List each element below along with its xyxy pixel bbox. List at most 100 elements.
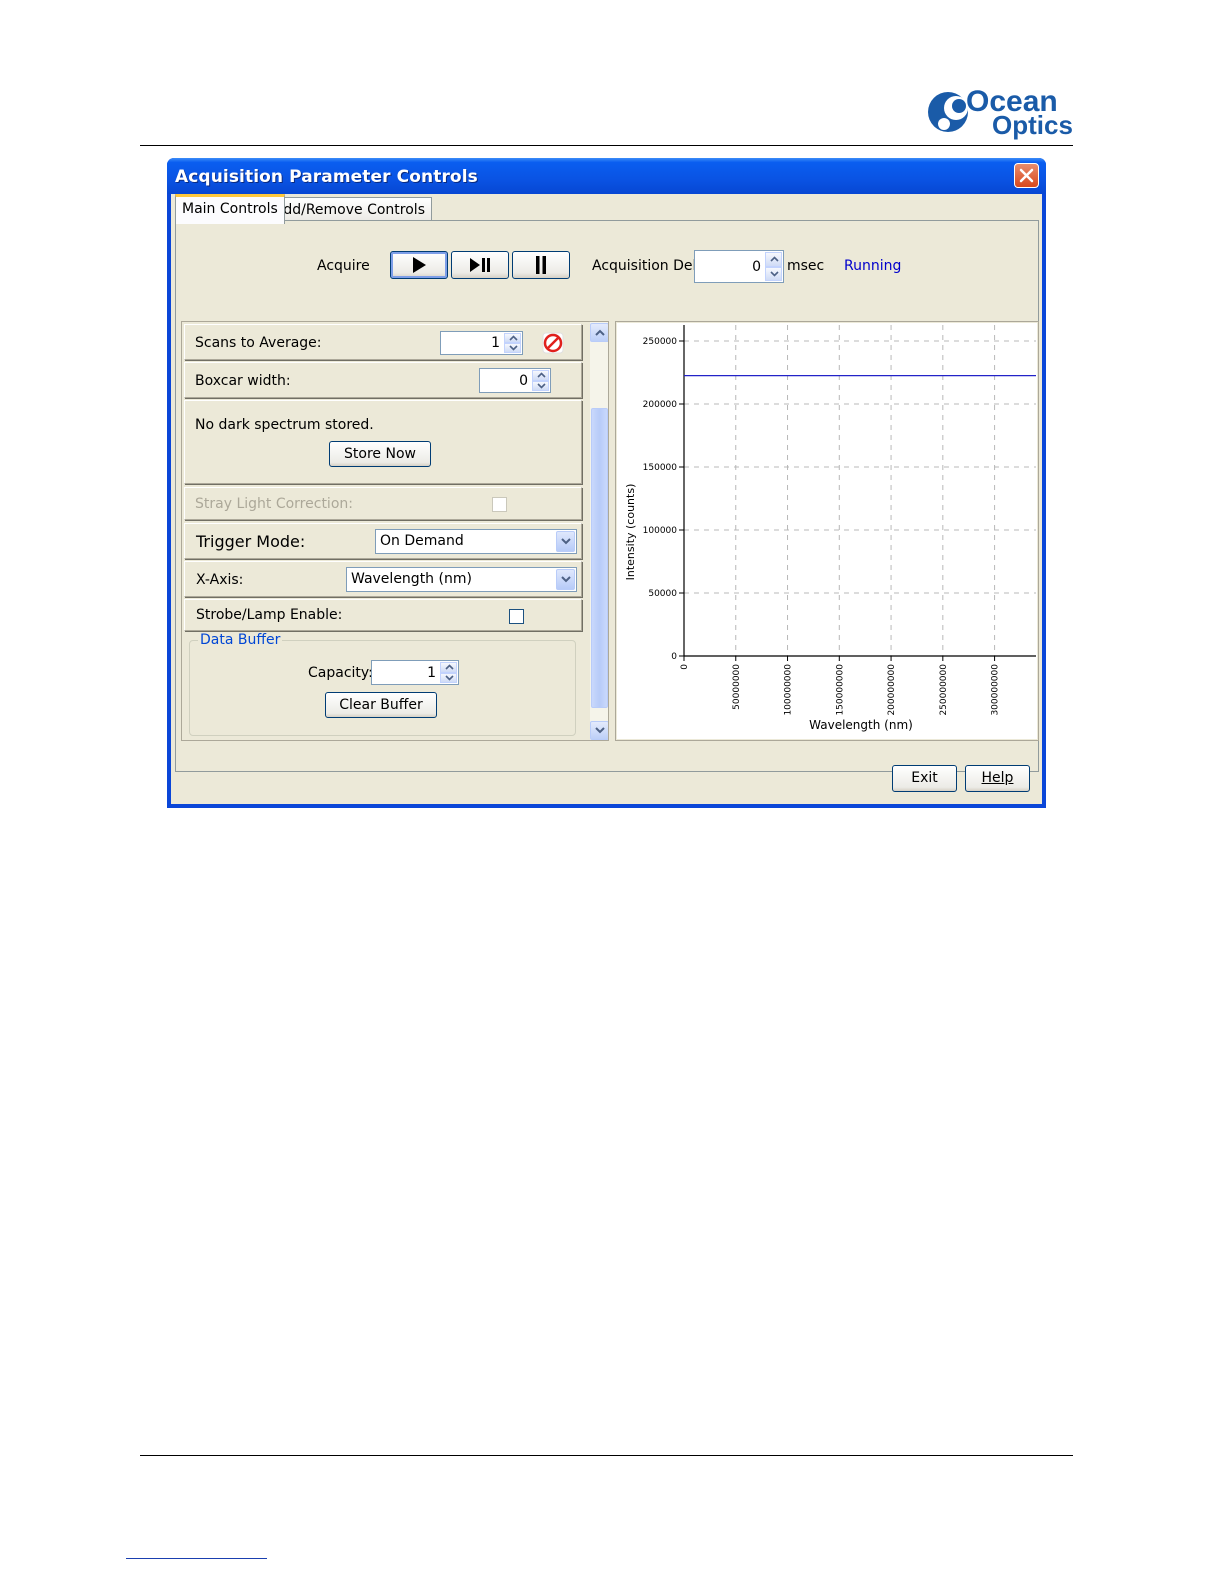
x-tick-label: 0 bbox=[680, 664, 690, 670]
tab-label: Main Controls bbox=[182, 201, 278, 217]
spectrum-chart: 0 50000 100000 150000 200000 250000 0 50000000… bbox=[617, 323, 1037, 739]
clear-buffer-button[interactable]: Clear Buffer bbox=[325, 692, 437, 718]
x-tick-label: 250000000 bbox=[939, 664, 949, 716]
x-tick-label: 50000000 bbox=[732, 664, 742, 710]
x-tick-label: 300000000 bbox=[991, 664, 1001, 716]
chevron-down-icon bbox=[561, 576, 571, 583]
scans-to-average-label: Scans to Average: bbox=[195, 335, 322, 351]
x-tick-label: 200000000 bbox=[887, 664, 897, 716]
title-bar: Acquisition Parameter Controls bbox=[167, 158, 1046, 194]
close-icon bbox=[1019, 168, 1034, 183]
stray-light-checkbox bbox=[492, 497, 507, 512]
scroll-up-button[interactable] bbox=[590, 323, 608, 342]
y-tick-label: 250000 bbox=[643, 337, 678, 347]
stray-light-label: Stray Light Correction: bbox=[195, 496, 353, 512]
help-button[interactable]: Help bbox=[965, 765, 1030, 792]
capacity-value: 1 bbox=[427, 664, 436, 681]
capacity-increment-button[interactable] bbox=[440, 662, 457, 673]
boxcar-width-label: Boxcar width: bbox=[195, 373, 291, 389]
x-axis-value: Wavelength (nm) bbox=[351, 571, 472, 587]
scans-to-average-row: Scans to Average: 1 bbox=[184, 324, 582, 360]
close-button[interactable] bbox=[1014, 163, 1039, 188]
trigger-mode-row: Trigger Mode: On Demand bbox=[184, 523, 582, 559]
scroll-down-button[interactable] bbox=[590, 721, 608, 740]
x-axis-label: X-Axis: bbox=[196, 572, 244, 588]
chevron-down-icon bbox=[445, 675, 454, 681]
strobe-lamp-row: Strobe/Lamp Enable: bbox=[184, 599, 582, 631]
chevron-up-icon bbox=[445, 664, 454, 670]
chevron-up-icon bbox=[509, 335, 518, 341]
tab-main-controls[interactable]: Main Controls bbox=[175, 194, 285, 224]
x-tick-label: 150000000 bbox=[835, 664, 845, 716]
data-buffer-group: Data Buffer Capacity: 1 Clear Buffer bbox=[189, 632, 576, 736]
trigger-mode-value: On Demand bbox=[380, 533, 464, 549]
chevron-down-icon bbox=[509, 345, 518, 351]
tab-label: Add/Remove Controls bbox=[274, 202, 425, 218]
capacity-spinner[interactable]: 1 bbox=[371, 660, 459, 685]
data-buffer-title: Data Buffer bbox=[198, 632, 283, 648]
scans-decrement-button[interactable] bbox=[504, 343, 521, 353]
reset-scans-icon[interactable] bbox=[542, 332, 564, 354]
scans-to-average-value: 1 bbox=[491, 335, 500, 351]
acquisition-delay-spinner[interactable]: 0 bbox=[694, 250, 784, 283]
x-axis-dropdown-button[interactable] bbox=[556, 569, 575, 590]
play-icon bbox=[413, 257, 426, 273]
trigger-mode-dropdown-button[interactable] bbox=[556, 531, 575, 552]
dark-spectrum-message: No dark spectrum stored. bbox=[195, 417, 374, 433]
logo-text-optics: Optics bbox=[992, 110, 1073, 140]
acquisition-delay-value: 0 bbox=[752, 258, 761, 275]
spectrum-chart-panel: 0 50000 100000 150000 200000 250000 0 50000000… bbox=[615, 321, 1039, 741]
tab-add-remove-controls[interactable]: Add/Remove Controls bbox=[267, 197, 432, 220]
stray-light-row: Stray Light Correction: bbox=[184, 487, 582, 520]
chevron-down-icon bbox=[770, 271, 779, 277]
boxcar-width-spinner[interactable]: 0 bbox=[479, 368, 551, 393]
play-button[interactable] bbox=[390, 251, 448, 279]
chevron-down-icon bbox=[595, 727, 605, 734]
store-now-button[interactable]: Store Now bbox=[329, 441, 431, 467]
x-axis-select[interactable]: Wavelength (nm) bbox=[346, 567, 577, 592]
scans-increment-button[interactable] bbox=[504, 333, 521, 343]
x-tick-label: 100000000 bbox=[784, 664, 794, 716]
controls-vertical-scrollbar[interactable] bbox=[590, 322, 608, 740]
strobe-lamp-label: Strobe/Lamp Enable: bbox=[196, 607, 343, 623]
acquire-label: Acquire bbox=[317, 258, 370, 274]
delay-unit-label: msec bbox=[787, 258, 825, 274]
main-controls-panel: Acquire Acquisition Delay 0 msec Running bbox=[175, 220, 1039, 772]
pause-icon bbox=[536, 256, 546, 274]
scans-to-average-spinner[interactable]: 1 bbox=[440, 331, 523, 355]
boxcar-width-row: Boxcar width: 0 bbox=[184, 362, 582, 398]
controls-scroll-panel: Scans to Average: 1 Boxcar width: 0 No d… bbox=[181, 321, 609, 741]
trigger-mode-label: Trigger Mode: bbox=[196, 532, 306, 551]
capacity-decrement-button[interactable] bbox=[440, 672, 457, 683]
y-tick-label: 50000 bbox=[648, 589, 677, 599]
boxcar-increment-button[interactable] bbox=[532, 370, 549, 381]
boxcar-decrement-button[interactable] bbox=[532, 380, 549, 391]
delay-increment-button[interactable] bbox=[765, 252, 782, 267]
acquisition-status: Running bbox=[844, 258, 902, 274]
dark-spectrum-row: No dark spectrum stored. Store Now bbox=[184, 400, 582, 484]
trigger-mode-select[interactable]: On Demand bbox=[375, 529, 577, 554]
boxcar-width-value: 0 bbox=[519, 372, 528, 389]
step-icon bbox=[470, 258, 490, 272]
strobe-lamp-checkbox[interactable] bbox=[509, 609, 524, 624]
scroll-thumb[interactable] bbox=[591, 408, 608, 708]
x-axis-row: X-Axis: Wavelength (nm) bbox=[184, 561, 582, 597]
exit-button[interactable]: Exit bbox=[892, 765, 957, 792]
chevron-down-icon bbox=[537, 383, 546, 389]
chevron-down-icon bbox=[561, 538, 571, 545]
footer-rule bbox=[140, 1455, 1073, 1456]
step-button[interactable] bbox=[451, 251, 509, 279]
x-axis-label: Wavelength (nm) bbox=[809, 718, 913, 732]
footer-link-underline bbox=[126, 1558, 267, 1559]
chevron-up-icon bbox=[770, 256, 779, 262]
delay-decrement-button[interactable] bbox=[765, 266, 782, 281]
acquisition-window: Acquisition Parameter Controls Main Cont… bbox=[167, 158, 1046, 808]
header-rule bbox=[140, 145, 1073, 146]
chevron-up-icon bbox=[537, 372, 546, 378]
y-tick-label: 0 bbox=[671, 652, 677, 662]
pause-button[interactable] bbox=[512, 251, 570, 279]
window-title: Acquisition Parameter Controls bbox=[175, 167, 478, 187]
y-tick-label: 100000 bbox=[643, 526, 678, 536]
ocean-optics-logo: Ocean Optics bbox=[926, 84, 1074, 142]
y-axis-label: Intensity (counts) bbox=[624, 484, 637, 581]
